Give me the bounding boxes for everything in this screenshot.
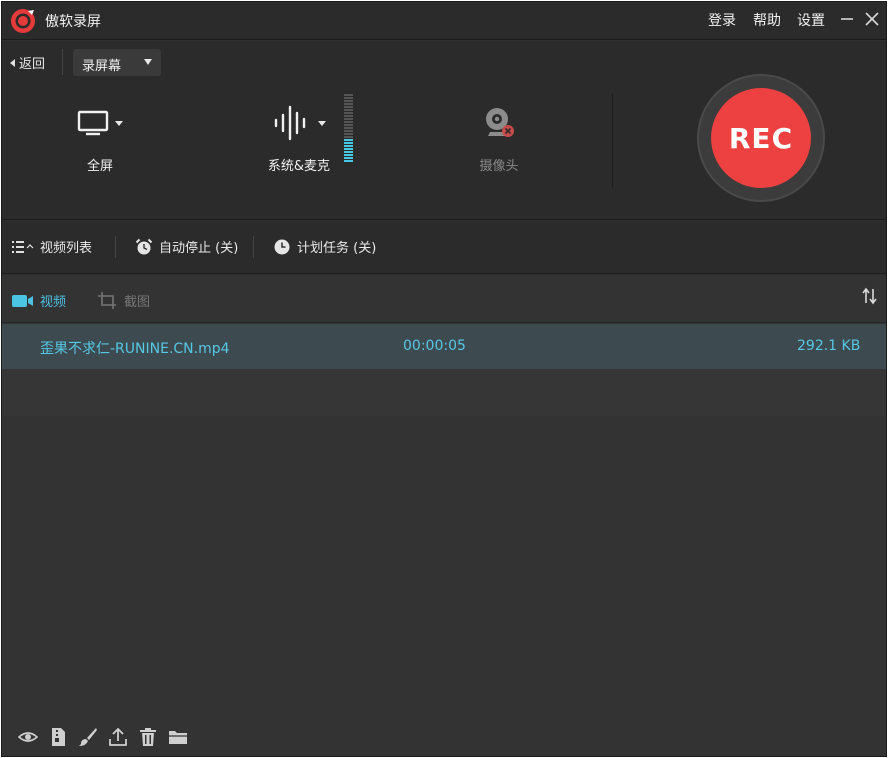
recording-duration: 00:00:05 — [403, 338, 466, 354]
video-camera-icon — [12, 294, 33, 307]
auto-stop-button[interactable]: 自动停止 (关) — [135, 237, 238, 256]
list-toggle-icon — [12, 240, 34, 253]
monitor-icon — [77, 110, 109, 136]
settings-link[interactable]: 设置 — [797, 10, 825, 30]
chevron-down-icon — [144, 59, 152, 65]
brush-icon[interactable] — [78, 727, 98, 747]
divider — [253, 236, 254, 258]
source-audio[interactable]: 系统&麦克 — [254, 99, 344, 174]
tab-video-label: 视频 — [40, 295, 67, 310]
video-list-toggle[interactable]: 视频列表 — [12, 237, 92, 256]
crop-icon — [98, 291, 116, 309]
auto-stop-label: 自动停止 (关) — [159, 241, 239, 256]
tab-screenshot[interactable]: 截图 — [98, 291, 150, 310]
schedule-task-button[interactable]: 计划任务 (关) — [273, 237, 376, 256]
recordings-panel: 视频 截图 歪果不求仁-RUNINE.CN.mp4 00:00:05 292.1… — [2, 275, 886, 756]
chevron-down-icon[interactable] — [115, 120, 123, 126]
rec-button[interactable]: REC — [711, 88, 811, 188]
sort-icon[interactable] — [862, 287, 878, 305]
source-fullscreen-label: 全屏 — [86, 159, 113, 174]
recording-filename: 歪果不求仁-RUNINE.CN.mp4 — [40, 341, 230, 357]
divider — [62, 49, 63, 75]
app-logo-icon — [11, 9, 35, 33]
options-toolbar: 视频列表 自动停止 (关) 计划任务 (关) — [2, 221, 886, 274]
back-button[interactable]: 返回 — [10, 53, 45, 72]
close-icon[interactable] — [862, 9, 882, 29]
app-window: 傲软录屏 登录 帮助 设置 返回 录屏幕 全屏 系统&麦克 摄像头 REC 视频… — [1, 1, 887, 757]
back-label: 返回 — [19, 57, 46, 72]
tab-video[interactable]: 视频 — [12, 291, 66, 310]
folder-icon[interactable] — [168, 727, 188, 747]
chevron-down-icon[interactable] — [318, 120, 326, 126]
source-webcam-label: 摄像头 — [479, 159, 519, 174]
recording-size: 292.1 KB — [797, 338, 861, 354]
login-link[interactable]: 登录 — [708, 10, 736, 30]
record-mode-select[interactable]: 录屏幕 — [73, 49, 161, 76]
divider — [115, 236, 116, 258]
recording-row[interactable]: 歪果不求仁-RUNINE.CN.mp4 00:00:05 292.1 KB — [2, 324, 886, 369]
empty-row — [2, 369, 886, 416]
alarm-clock-icon — [135, 238, 153, 254]
title-bar: 傲软录屏 登录 帮助 设置 — [2, 2, 886, 40]
record-mode-value: 录屏幕 — [82, 59, 122, 74]
source-webcam[interactable]: 摄像头 — [459, 99, 539, 174]
file-actions-bar — [2, 716, 886, 756]
audio-level-meter — [344, 94, 353, 164]
audio-wave-icon — [274, 105, 306, 141]
rec-button-ring: REC — [697, 74, 825, 202]
control-panel: 返回 录屏幕 全屏 系统&麦克 摄像头 REC — [2, 41, 886, 220]
clock-icon — [274, 239, 290, 254]
app-title: 傲软录屏 — [45, 14, 101, 30]
tab-screenshot-label: 截图 — [124, 295, 151, 310]
eye-icon[interactable] — [18, 727, 38, 747]
back-arrow-icon — [10, 58, 15, 67]
schedule-task-label: 计划任务 (关) — [297, 241, 377, 256]
media-tabs: 视频 截图 — [2, 275, 886, 323]
minimize-icon[interactable] — [837, 9, 857, 29]
file-zip-icon[interactable] — [48, 727, 68, 747]
source-fullscreen[interactable]: 全屏 — [60, 99, 140, 174]
source-audio-label: 系统&麦克 — [267, 159, 331, 174]
help-link[interactable]: 帮助 — [753, 10, 781, 30]
upload-icon[interactable] — [108, 727, 128, 747]
trash-icon[interactable] — [138, 727, 158, 747]
webcam-icon — [486, 108, 514, 137]
divider — [612, 93, 613, 188]
video-list-label: 视频列表 — [40, 241, 93, 256]
